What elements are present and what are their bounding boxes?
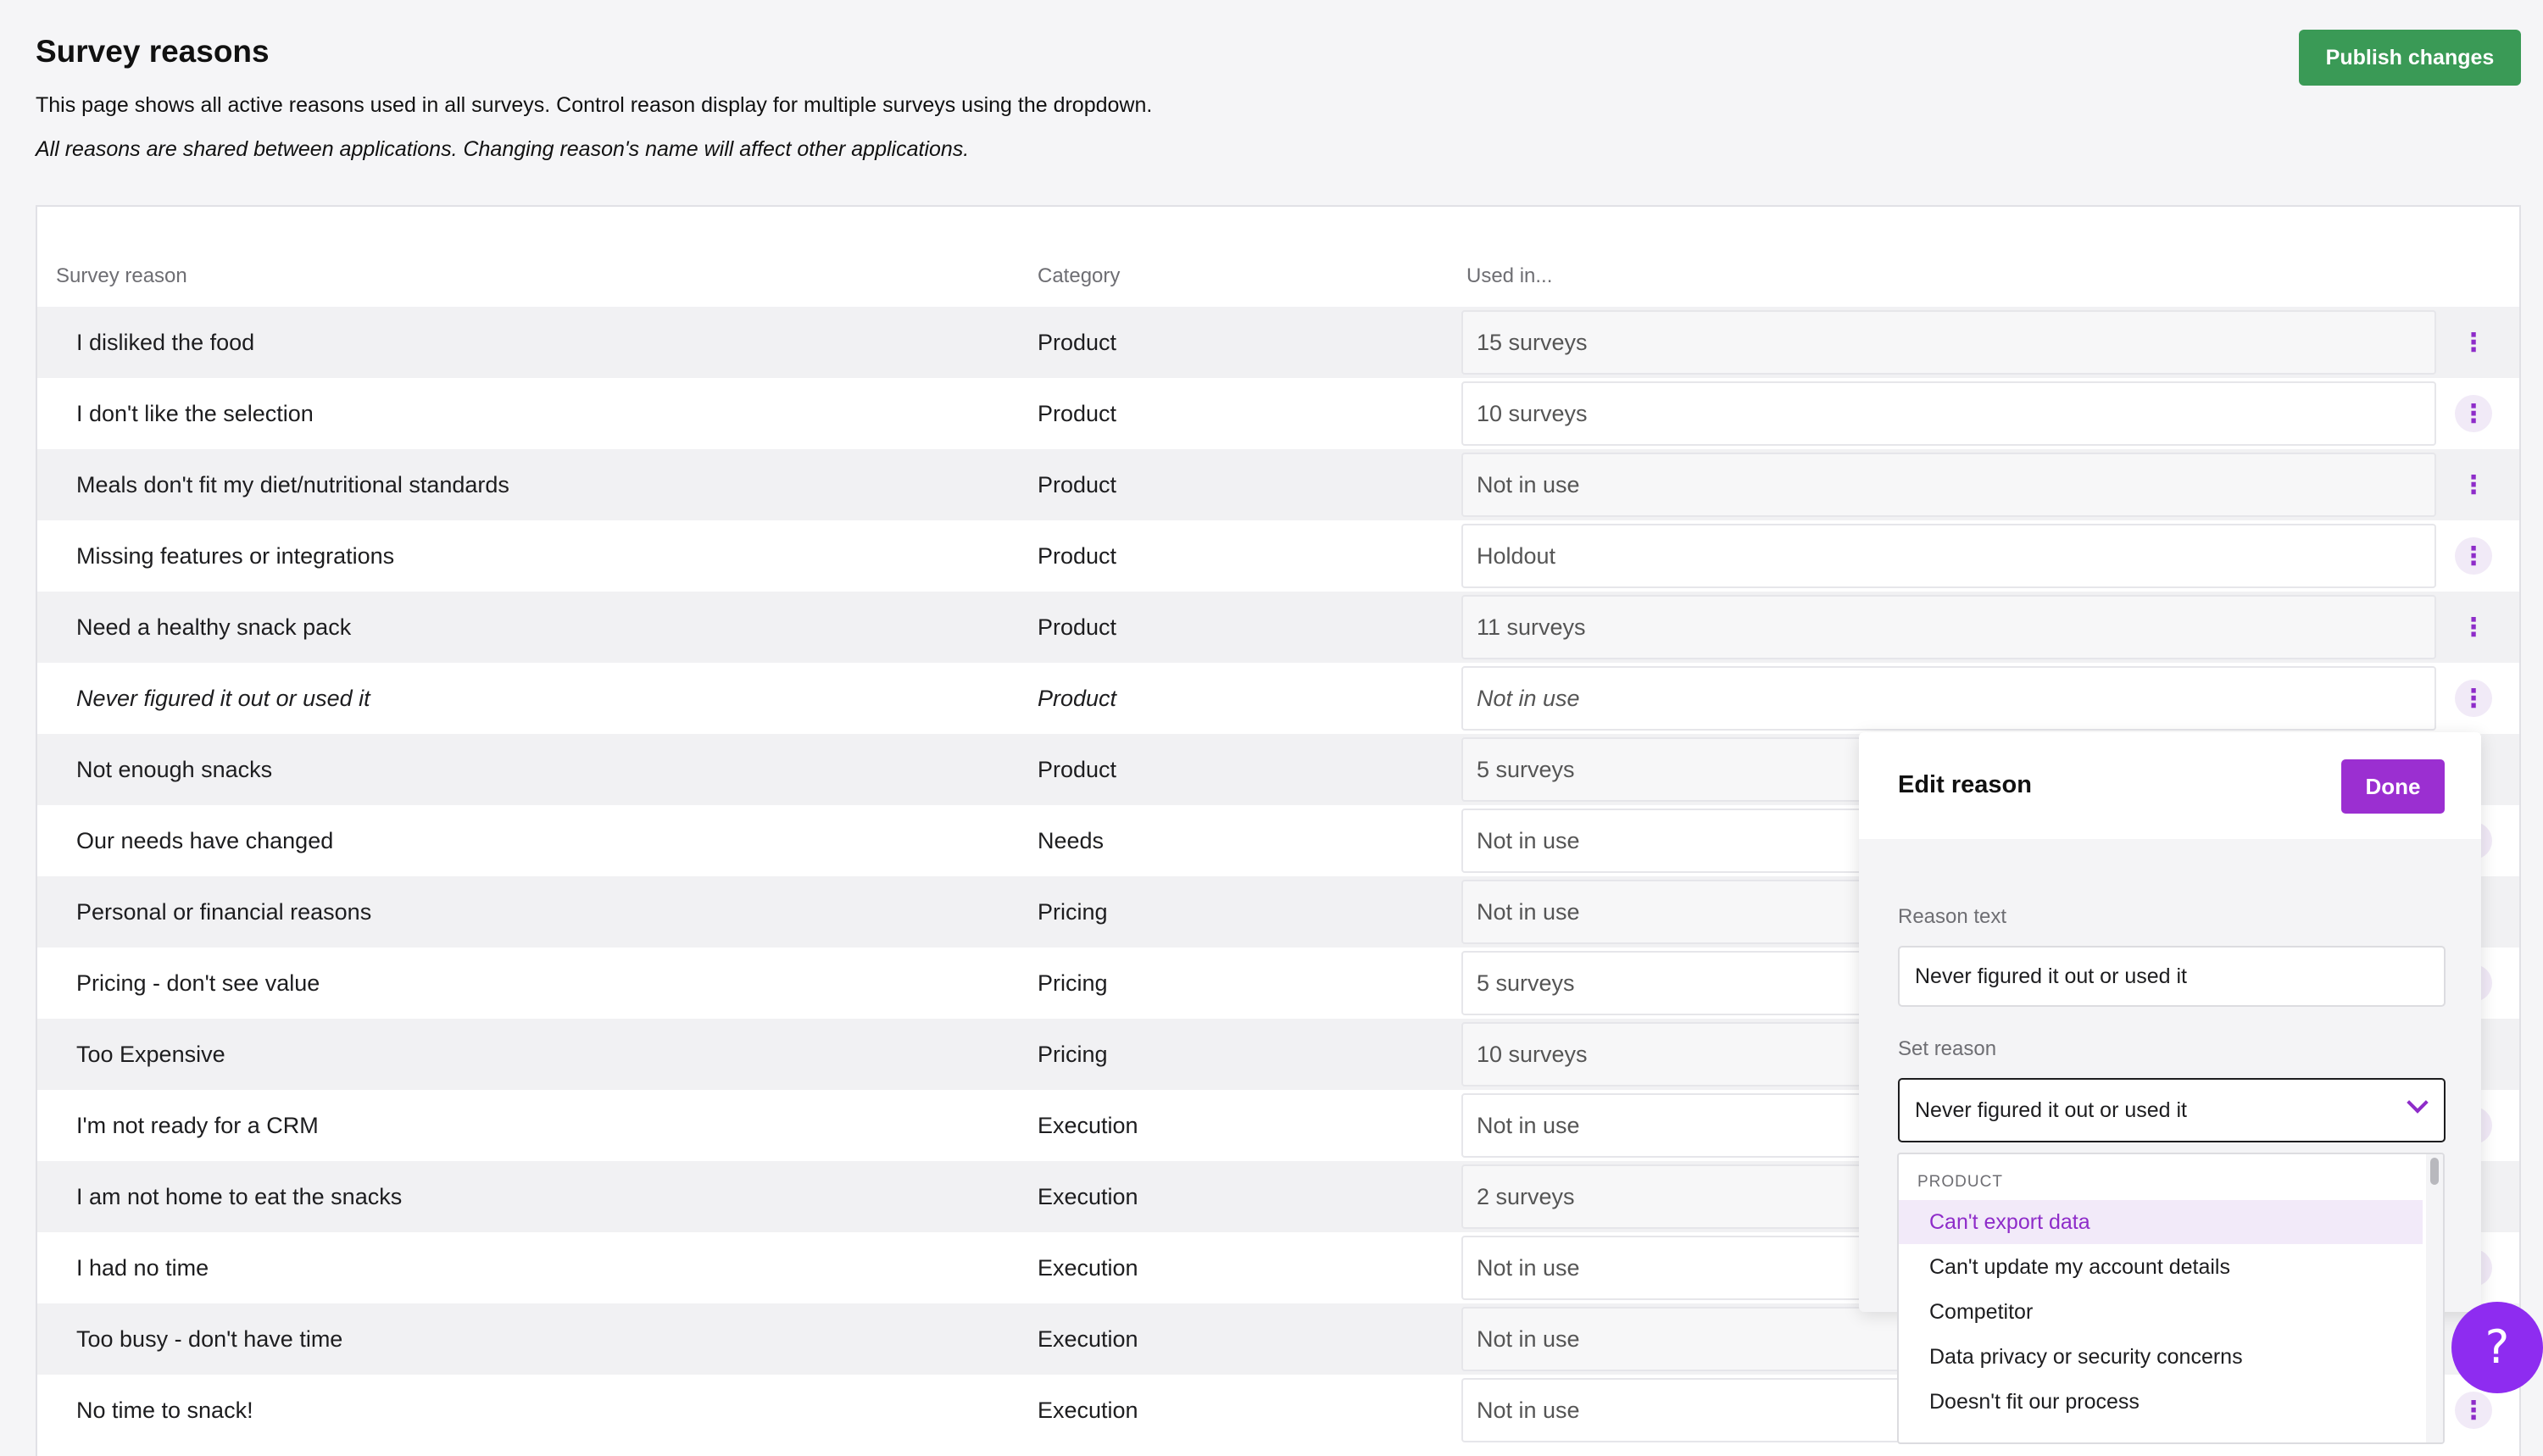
more-options-icon[interactable]: ⋮: [2455, 395, 2492, 432]
table-row[interactable]: Missing features or integrations Product H…: [37, 520, 2519, 592]
category-cell: Product: [1038, 686, 1117, 711]
reason-cell: No time to snack!: [76, 1398, 253, 1423]
category-cell: Product: [1038, 472, 1117, 497]
reason-cell: I had no time: [76, 1255, 209, 1281]
shared-note: All reasons are shared between applicati…: [36, 137, 970, 161]
dropdown-group-label: PRODUCT: [1917, 1173, 2003, 1191]
set-reason-select[interactable]: Never figured it out or used it: [1898, 1078, 2446, 1142]
reason-cell: Pricing - don't see value: [76, 970, 320, 996]
edit-panel-header: Edit reason Done: [1859, 732, 2481, 839]
used-in-field[interactable]: Holdout: [1461, 524, 2436, 588]
help-button[interactable]: ?: [2451, 1302, 2543, 1393]
used-in-field[interactable]: 15 surveys: [1461, 310, 2436, 375]
reason-cell: Never figured it out or used it: [76, 686, 370, 711]
category-cell: Execution: [1038, 1326, 1138, 1352]
category-cell: Product: [1038, 543, 1117, 569]
category-cell: Execution: [1038, 1113, 1138, 1138]
category-cell: Execution: [1038, 1255, 1138, 1281]
used-in-field[interactable]: 11 surveys: [1461, 595, 2436, 659]
reason-cell: Meals don't fit my diet/nutritional stan…: [76, 472, 509, 497]
dropdown-option[interactable]: Doesn't fit our process: [1899, 1380, 2423, 1424]
reason-cell: Too busy - don't have time: [76, 1326, 343, 1352]
reason-text-input[interactable]: [1898, 946, 2446, 1007]
edit-panel-title: Edit reason: [1898, 771, 2032, 798]
more-options-icon[interactable]: ⋮: [2455, 1392, 2492, 1429]
category-cell: Execution: [1038, 1398, 1138, 1423]
reason-cell: I disliked the food: [76, 330, 255, 355]
dropdown-option[interactable]: Can't export data: [1899, 1200, 2423, 1244]
reason-cell: Need a healthy snack pack: [76, 614, 352, 640]
more-options-icon[interactable]: ⋮: [2455, 609, 2492, 646]
set-reason-label: Set reason: [1898, 1037, 1997, 1060]
dropdown-scroll-thumb[interactable]: [2430, 1158, 2439, 1185]
more-options-icon[interactable]: ⋮: [2455, 466, 2492, 503]
column-header-reason: Survey reason: [56, 264, 187, 287]
column-header-used-in: Used in...: [1466, 264, 1553, 287]
category-cell: Product: [1038, 614, 1117, 640]
more-options-icon[interactable]: ⋮: [2455, 324, 2492, 361]
reason-cell: Not enough snacks: [76, 757, 273, 782]
reason-cell: I am not home to eat the snacks: [76, 1184, 403, 1209]
reason-cell: Personal or financial reasons: [76, 899, 372, 925]
dropdown-option[interactable]: Data privacy or security concerns: [1899, 1335, 2423, 1379]
reason-cell: Missing features or integrations: [76, 543, 395, 569]
chevron-down-icon: [2407, 1092, 2429, 1114]
used-in-field[interactable]: Not in use: [1461, 453, 2436, 517]
reason-cell: I'm not ready for a CRM: [76, 1113, 319, 1138]
used-in-field[interactable]: Not in use: [1461, 666, 2436, 731]
category-cell: Execution: [1038, 1184, 1138, 1209]
category-cell: Needs: [1038, 828, 1105, 853]
dropdown-option[interactable]: Competitor: [1899, 1290, 2423, 1334]
category-cell: Pricing: [1038, 1042, 1108, 1067]
table-row[interactable]: Never figured it out or used it Product No…: [37, 663, 2519, 734]
done-button[interactable]: Done: [2341, 759, 2445, 814]
page-title: Survey reasons: [36, 34, 270, 69]
table-row[interactable]: I don't like the selection Product 10 surv…: [37, 378, 2519, 449]
reason-cell: Our needs have changed: [76, 828, 334, 853]
table-row[interactable]: I disliked the food Product 15 surveys ⋮: [37, 307, 2519, 378]
category-cell: Product: [1038, 757, 1117, 782]
set-reason-dropdown-list[interactable]: PRODUCT Can't export data Can't update my…: [1897, 1153, 2445, 1444]
table-row[interactable]: Meals don't fit my diet/nutritional stan…: [37, 449, 2519, 520]
set-reason-selected-value: Never figured it out or used it: [1915, 1098, 2187, 1122]
page-subtitle: This page shows all active reasons used …: [36, 93, 1153, 117]
used-in-field[interactable]: 10 surveys: [1461, 381, 2436, 446]
reason-cell: I don't like the selection: [76, 401, 314, 426]
category-cell: Product: [1038, 330, 1117, 355]
publish-changes-button[interactable]: Publish changes: [2299, 30, 2521, 86]
column-header-category: Category: [1038, 264, 1121, 287]
more-options-icon[interactable]: ⋮: [2455, 680, 2492, 717]
table-row[interactable]: Need a healthy snack pack Product 11 surve…: [37, 592, 2519, 663]
reason-cell: Too Expensive: [76, 1042, 225, 1067]
more-options-icon[interactable]: ⋮: [2455, 537, 2492, 575]
dropdown-option[interactable]: Can't update my account details: [1899, 1245, 2423, 1289]
category-cell: Product: [1038, 401, 1117, 426]
category-cell: Pricing: [1038, 970, 1108, 996]
reason-text-label: Reason text: [1898, 905, 2007, 928]
category-cell: Pricing: [1038, 899, 1108, 925]
dropdown-scrollbar[interactable]: [2426, 1154, 2443, 1442]
